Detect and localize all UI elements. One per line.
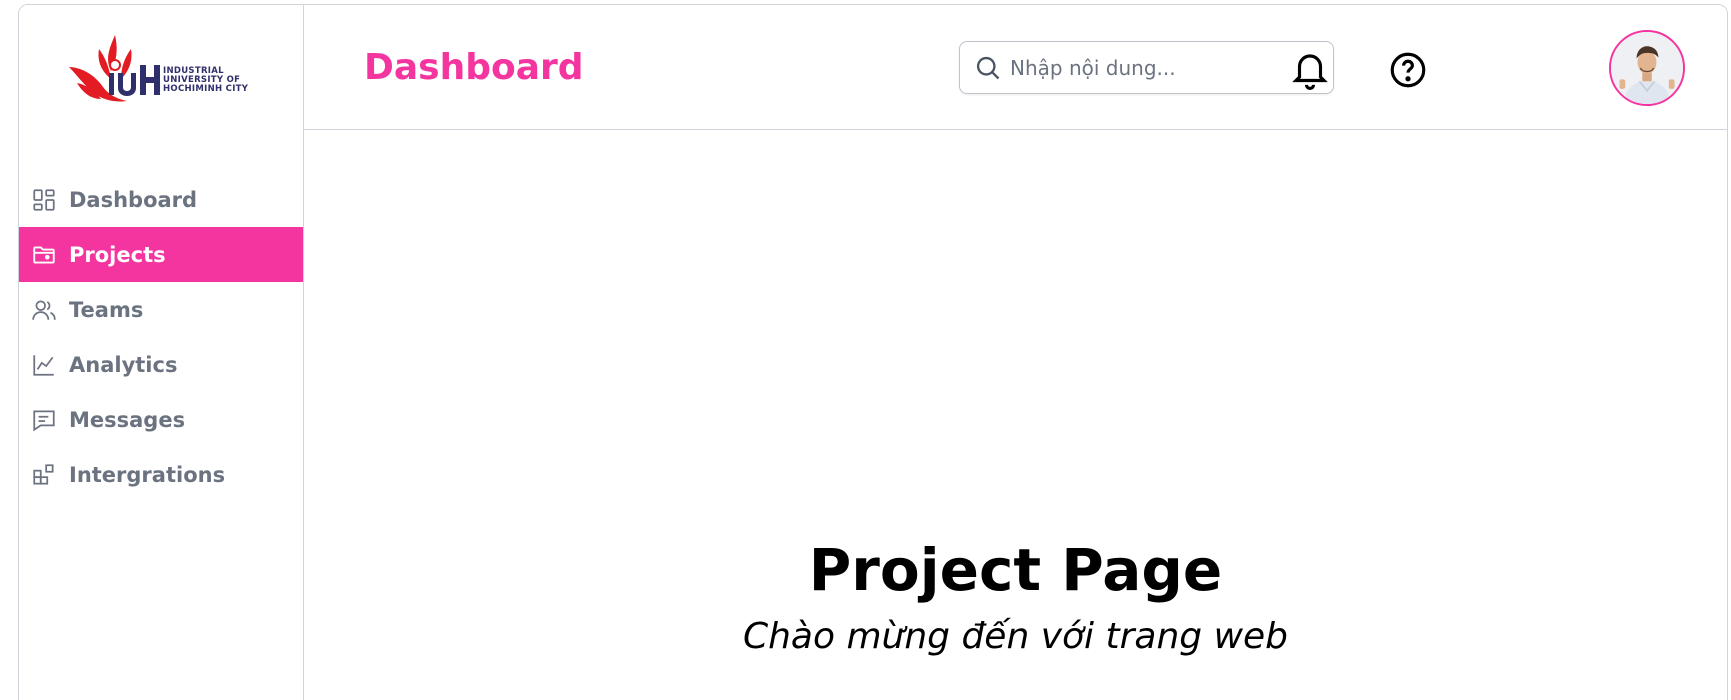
sidebar-item-teams[interactable]: Teams bbox=[19, 282, 303, 337]
message-icon bbox=[31, 407, 57, 433]
logo-line-3: HOCHIMINH CITY bbox=[163, 84, 249, 94]
sidebar: INDUSTRIAL UNIVERSITY OF HOCHIMINH CITY … bbox=[19, 5, 304, 700]
search-input[interactable] bbox=[1010, 55, 1310, 80]
dashboard-grid-icon bbox=[31, 187, 57, 213]
sidebar-item-label: Intergrations bbox=[69, 462, 226, 487]
sidebar-item-analytics[interactable]: Analytics bbox=[19, 337, 303, 392]
logo-text: INDUSTRIAL UNIVERSITY OF HOCHIMINH CITY bbox=[163, 67, 248, 94]
main-content: Project Page Chào mừng đến với trang web bbox=[304, 131, 1727, 700]
page-title: Dashboard bbox=[364, 47, 584, 88]
user-avatar-image bbox=[1611, 32, 1683, 104]
content-title: Project Page bbox=[808, 536, 1223, 604]
sidebar-item-dashboard[interactable]: Dashboard bbox=[19, 172, 303, 227]
sidebar-item-label: Teams bbox=[69, 297, 144, 322]
top-header: Dashboard bbox=[304, 5, 1727, 130]
sidebar-item-label: Projects bbox=[69, 242, 166, 267]
search-box[interactable] bbox=[959, 41, 1334, 94]
sidebar-item-projects[interactable]: Projects bbox=[19, 227, 303, 282]
sidebar-item-integrations[interactable]: Intergrations bbox=[19, 447, 303, 502]
help-icon[interactable] bbox=[1387, 49, 1429, 91]
university-logo[interactable]: INDUSTRIAL UNIVERSITY OF HOCHIMINH CITY bbox=[69, 27, 259, 113]
app-window: INDUSTRIAL UNIVERSITY OF HOCHIMINH CITY … bbox=[18, 4, 1728, 700]
search-icon bbox=[976, 56, 1000, 79]
sidebar-item-label: Analytics bbox=[69, 352, 178, 377]
sidebar-item-messages[interactable]: Messages bbox=[19, 392, 303, 447]
users-icon bbox=[31, 297, 57, 323]
integrations-icon bbox=[31, 462, 57, 488]
folder-icon bbox=[31, 242, 57, 268]
bell-icon[interactable] bbox=[1289, 49, 1331, 91]
sidebar-item-label: Messages bbox=[69, 407, 186, 432]
line-chart-icon bbox=[31, 352, 57, 378]
sidebar-item-label: Dashboard bbox=[69, 187, 198, 212]
sidebar-nav: Dashboard Projects Teams Analytics Messa… bbox=[19, 172, 303, 502]
avatar[interactable] bbox=[1609, 30, 1685, 106]
content-subtitle: Chào mừng đến với trang web bbox=[742, 616, 1289, 657]
